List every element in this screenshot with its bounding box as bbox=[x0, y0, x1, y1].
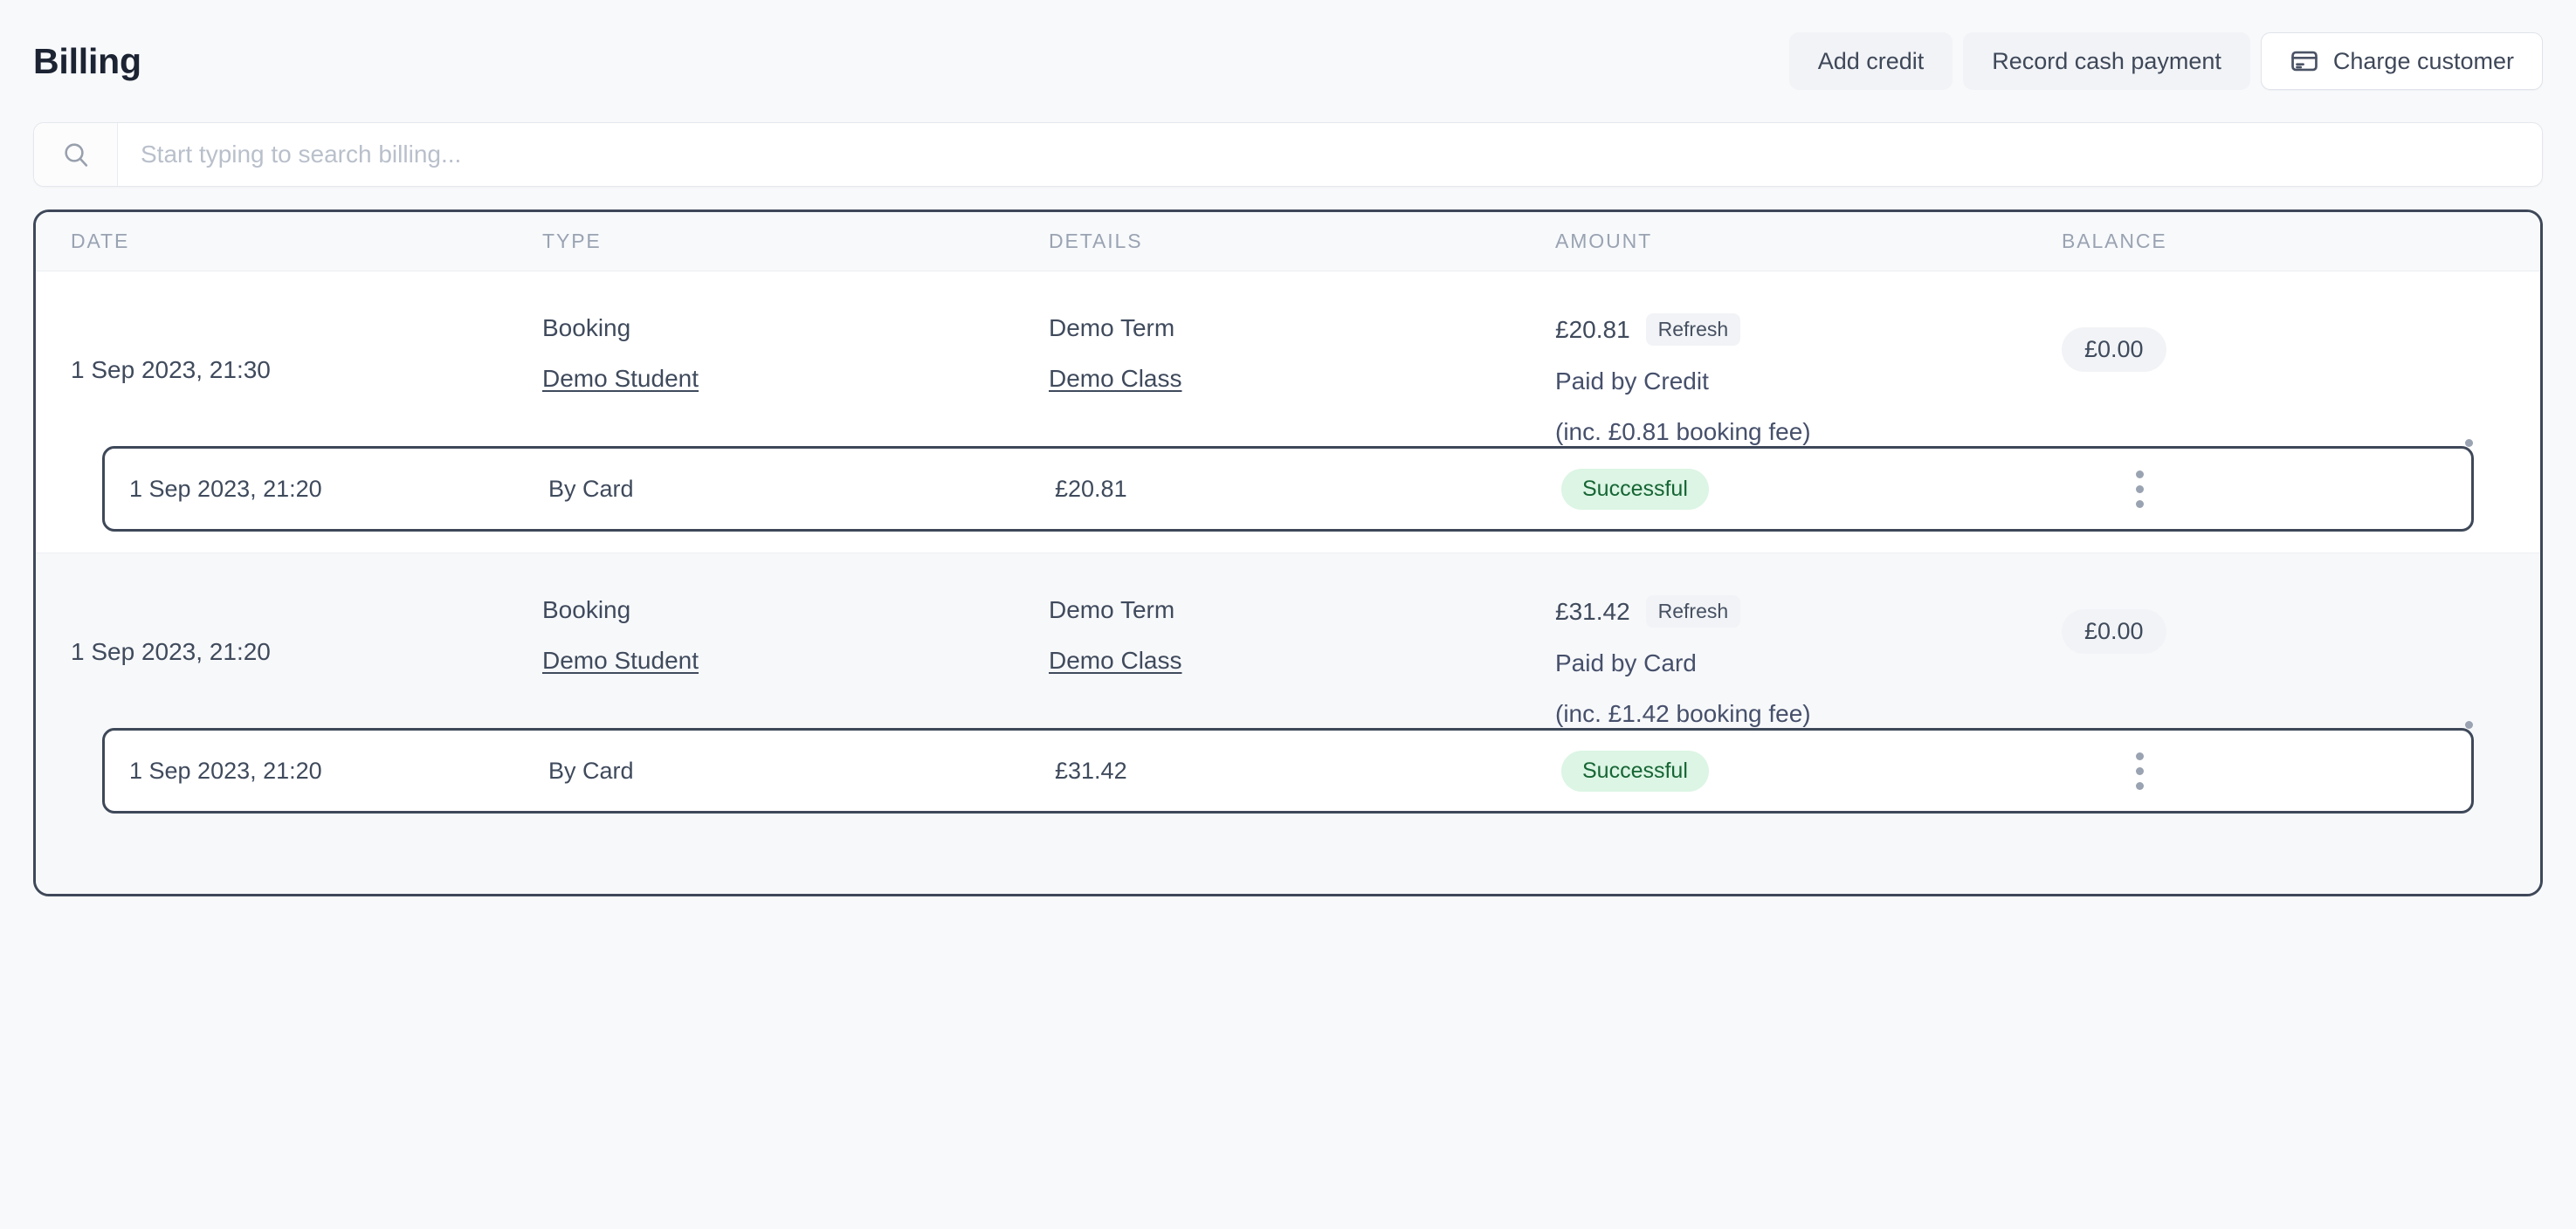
column-header-balance: BALANCE bbox=[2062, 230, 2167, 252]
table-row: 1 Sep 2023, 21:20 Booking Demo Student D… bbox=[36, 553, 2540, 835]
student-link[interactable]: Demo Student bbox=[542, 364, 1049, 394]
status-badge: Successful bbox=[1561, 468, 1709, 510]
cell-amount: £31.42 Refresh Paid by Card (inc. £1.42 … bbox=[1555, 595, 2062, 728]
kebab-dot bbox=[2465, 721, 2473, 730]
transaction-menu-cell bbox=[2068, 470, 2471, 508]
page-title: Billing bbox=[33, 40, 141, 81]
table-footer-spacer bbox=[36, 834, 2540, 895]
cell-details: Demo Term Demo Class bbox=[1049, 313, 1555, 393]
column-header-date: DATE bbox=[71, 230, 130, 252]
amount-value: £31.42 bbox=[1555, 597, 1630, 625]
cell-details-term: Demo Term bbox=[1049, 596, 1175, 624]
page-header: Billing Add credit Record cash payment C bbox=[33, 0, 2543, 122]
status-badge: Successful bbox=[1561, 750, 1709, 792]
balance-badge: £0.00 bbox=[2062, 327, 2166, 372]
search-icon bbox=[61, 140, 91, 169]
record-cash-payment-button[interactable]: Record cash payment bbox=[1963, 32, 2250, 90]
add-credit-button[interactable]: Add credit bbox=[1788, 32, 1953, 90]
cell-date: 1 Sep 2023, 21:30 bbox=[71, 356, 271, 383]
kebab-dot bbox=[2136, 470, 2144, 478]
kebab-dot bbox=[2136, 766, 2144, 775]
kebab-dot bbox=[2465, 439, 2473, 447]
transaction-container: 1 Sep 2023, 21:20 By Card £31.42 Success… bbox=[36, 728, 2540, 834]
kebab-dot bbox=[2136, 781, 2144, 790]
record-cash-payment-label: Record cash payment bbox=[1992, 47, 2221, 74]
charge-customer-button[interactable]: Charge customer bbox=[2260, 32, 2543, 90]
cell-balance: £0.00 bbox=[2062, 313, 2481, 372]
transaction-method: By Card bbox=[548, 475, 634, 502]
transaction-date: 1 Sep 2023, 21:20 bbox=[129, 475, 322, 502]
amount-line: £31.42 Refresh bbox=[1555, 595, 2062, 628]
table-row-main: 1 Sep 2023, 21:30 Booking Demo Student D… bbox=[36, 271, 2540, 446]
column-header-type: TYPE bbox=[542, 230, 602, 252]
amount-line: £20.81 Refresh bbox=[1555, 313, 2062, 346]
table-header-row: DATE TYPE DETAILS AMOUNT BALANCE bbox=[36, 212, 2540, 271]
transaction-date: 1 Sep 2023, 21:20 bbox=[129, 757, 322, 784]
table-row-main: 1 Sep 2023, 21:20 Booking Demo Student D… bbox=[36, 553, 2540, 728]
header-actions: Add credit Record cash payment Charge cu… bbox=[1788, 32, 2543, 90]
kebab-dot bbox=[2136, 752, 2144, 760]
paid-by-label: Paid by Credit bbox=[1555, 367, 1709, 395]
amount-value: £20.81 bbox=[1555, 315, 1630, 343]
column-header-details: DETAILS bbox=[1049, 230, 1143, 252]
table-row: 1 Sep 2023, 21:30 Booking Demo Student D… bbox=[36, 271, 2540, 553]
billing-table: DATE TYPE DETAILS AMOUNT BALANCE 1 Sep 2… bbox=[33, 209, 2543, 897]
transaction-method: By Card bbox=[548, 757, 634, 784]
cell-type-label: Booking bbox=[542, 314, 631, 341]
credit-card-icon bbox=[2290, 46, 2319, 76]
refresh-button[interactable]: Refresh bbox=[1645, 595, 1741, 628]
cell-balance: £0.00 bbox=[2062, 595, 2481, 655]
cell-amount: £20.81 Refresh Paid by Credit (inc. £0.8… bbox=[1555, 313, 2062, 446]
paid-by-label: Paid by Card bbox=[1555, 649, 1697, 677]
charge-customer-label: Charge customer bbox=[2332, 47, 2514, 74]
transaction-menu-cell bbox=[2068, 752, 2471, 790]
search-icon-container bbox=[34, 123, 118, 186]
cell-type-label: Booking bbox=[542, 596, 631, 624]
transaction-container: 1 Sep 2023, 21:20 By Card £20.81 Success… bbox=[36, 446, 2540, 553]
column-header-amount: AMOUNT bbox=[1555, 230, 1653, 252]
kebab-menu-icon[interactable] bbox=[2136, 470, 2145, 508]
transaction-amount: £31.42 bbox=[1055, 757, 1127, 784]
transaction-row[interactable]: 1 Sep 2023, 21:20 By Card £20.81 Success… bbox=[102, 446, 2474, 532]
kebab-dot bbox=[2136, 499, 2144, 508]
transaction-status-cell: Successful bbox=[1561, 750, 2068, 792]
cell-type: Booking Demo Student bbox=[542, 313, 1049, 393]
add-credit-label: Add credit bbox=[1817, 47, 1925, 74]
cell-details: Demo Term Demo Class bbox=[1049, 595, 1555, 675]
transaction-row[interactable]: 1 Sep 2023, 21:20 By Card £31.42 Success… bbox=[102, 728, 2474, 814]
student-link[interactable]: Demo Student bbox=[542, 646, 1049, 676]
search-bar[interactable] bbox=[33, 122, 2543, 187]
class-link[interactable]: Demo Class bbox=[1049, 364, 1555, 394]
cell-type: Booking Demo Student bbox=[542, 595, 1049, 675]
class-link[interactable]: Demo Class bbox=[1049, 646, 1555, 676]
booking-fee-note: (inc. £1.42 booking fee) bbox=[1555, 699, 1811, 727]
transaction-amount: £20.81 bbox=[1055, 475, 1127, 502]
booking-fee-note: (inc. £0.81 booking fee) bbox=[1555, 417, 1811, 445]
kebab-menu-icon[interactable] bbox=[2136, 752, 2145, 790]
kebab-dot bbox=[2136, 484, 2144, 493]
cell-date: 1 Sep 2023, 21:20 bbox=[71, 638, 271, 666]
balance-badge: £0.00 bbox=[2062, 609, 2166, 655]
cell-details-term: Demo Term bbox=[1049, 314, 1175, 341]
billing-page: Billing Add credit Record cash payment C bbox=[0, 0, 2576, 1229]
refresh-button[interactable]: Refresh bbox=[1645, 313, 1741, 346]
transaction-status-cell: Successful bbox=[1561, 468, 2068, 510]
search-input[interactable] bbox=[118, 123, 2542, 186]
